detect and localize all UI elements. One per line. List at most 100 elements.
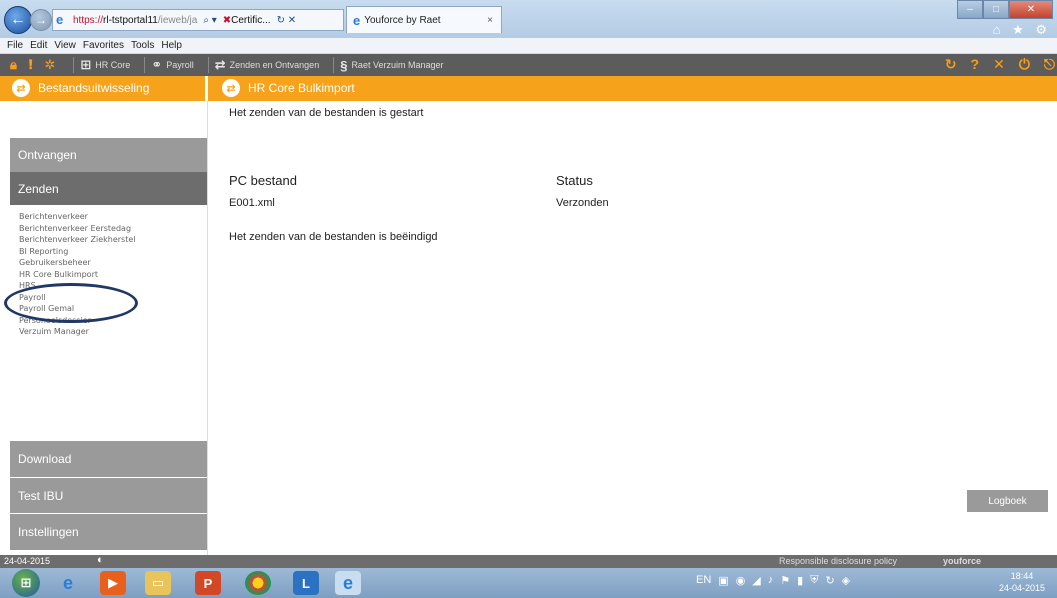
highlight-circle [4,283,138,323]
org-chart-icon: ⊞ [80,57,92,72]
sidebar-item-test-ibu[interactable]: Test IBU [10,478,207,513]
menu-tools[interactable]: Tools [131,40,154,51]
sidebar-link-verzuim-manager[interactable]: Verzuim Manager [19,327,135,339]
tab-title: Youforce by Raet [364,14,441,26]
back-arrow-icon: ← [10,11,26,28]
taskbar-media-icon[interactable]: ▶ [100,571,126,595]
ie-icon: e [56,12,64,27]
close-button[interactable]: ✕ [1009,0,1053,19]
tray-signal-icon[interactable]: ◢ [752,574,760,587]
sidebar-item-instellingen[interactable]: Instellingen [10,514,207,550]
help-icon[interactable]: ? [971,56,980,73]
table-cell-file: E001.xml [229,197,275,209]
settings-button[interactable]: ✲ [44,57,59,73]
menu-view[interactable]: View [54,40,76,51]
back-button[interactable]: ← [4,6,32,34]
taskbar-ie-active-icon[interactable]: e [335,571,361,595]
send-finished-message: Het zenden van de bestanden is beëindigd [229,231,438,243]
lock-button[interactable]: 🔒︎ [10,57,21,73]
address-host: rl-tstportal11 [103,14,158,26]
exchange-icon: ⇄ [222,79,240,97]
home-favorites-tools-icons[interactable]: ⌂ ★ ⚙ [993,22,1051,38]
toolbar-zenden-ontvangen-label: Zenden en Ontvangen [229,60,320,70]
gear-icon: ✲ [44,57,56,72]
certificate-label[interactable]: Certific... [231,15,270,26]
tray-volume-icon[interactable]: ♪ [768,574,774,587]
browser-tab[interactable]: e Youforce by Raet × [346,6,502,33]
tray-update-icon[interactable]: ◈ [842,574,850,587]
toolbar-divider [333,57,335,73]
exchange-icon: ⇄ [12,79,30,97]
taskbar-chrome-icon[interactable] [245,571,271,595]
sidebar-link-bi-reporting[interactable]: BI Reporting [19,247,135,259]
sidebar-item-zenden[interactable]: Zenden [10,172,207,205]
disclosure-link[interactable]: Responsible disclosure policy [779,556,897,566]
toolbar-verzuim-manager[interactable]: § Raet Verzuim Manager [340,58,443,73]
tray-antivirus-icon[interactable]: ◉ [736,574,746,587]
verzuim-icon: § [340,57,348,73]
logboek-button[interactable]: Logboek [967,490,1048,512]
tray-shield-icon[interactable]: ⛨ [810,574,818,587]
lock-icon: 🔒︎ [10,57,17,72]
language-indicator[interactable]: EN [696,574,711,587]
menu-help[interactable]: Help [161,40,182,51]
tab-close-icon[interactable]: × [487,15,493,26]
sidebar-link-hr-core-bulkimport[interactable]: HR Core Bulkimport [19,270,135,282]
header-divider [205,76,208,101]
refresh-icon[interactable]: ↻ [945,56,957,73]
address-bar[interactable]: e https:// rl-tstportal11 /ieweb/ja ⌕ ▾ … [52,9,344,31]
search-icon[interactable]: ⌕ ▾ [203,15,216,26]
sidebar-link-berichtenverkeer[interactable]: Berichtenverkeer [19,212,135,224]
menu-favorites[interactable]: Favorites [83,40,124,51]
toolbar-hr-core[interactable]: ⊞ HR Core [80,57,130,73]
toolbar-divider [207,57,209,73]
windows-logo-icon: ⊞ [20,575,32,590]
sidebar-link-berichtenverkeer-eerstedag[interactable]: Berichtenverkeer Eerstedag [19,224,135,236]
address-path: /ieweb/ja [157,14,198,26]
taskbar: ⊞ e ▶ ▭ P L e EN ▣ ◉ ◢ ♪ ⚑ ▮ ⛨ ↻ ◈ 18:44… [0,568,1057,598]
main-content [208,101,1057,555]
taskbar-ie-icon[interactable]: e [55,571,81,595]
forward-button[interactable]: → [30,9,52,31]
taskbar-folder-icon[interactable]: ▭ [145,571,171,595]
column-header-status: Status [556,173,593,188]
toolbar-payroll[interactable]: ⚭ Payroll [151,57,193,73]
tray-network-icon[interactable]: ▣ [718,574,728,587]
certificate-error-icon[interactable]: ✖ [223,15,231,26]
ie-tab-icon: e [353,12,361,28]
clock-date: 24-04-2015 [998,583,1045,593]
taskbar-lync-icon[interactable]: L [293,571,319,595]
logout-icon[interactable]: ⎋ [1044,56,1055,73]
taskbar-powerpoint-icon[interactable]: P [195,571,221,595]
clock[interactable]: 18:44 24-04-2015 [999,570,1045,594]
toolbar-zenden-ontvangen[interactable]: ⇄ Zenden en Ontvangen [215,57,319,73]
browser-chrome: ← → e https:// rl-tstportal11 /ieweb/ja … [0,0,1057,38]
send-started-message: Het zenden van de bestanden is gestart [229,107,424,119]
tools-icon[interactable]: ✕ [993,56,1005,73]
tray-sync-icon[interactable]: ↻ [825,574,834,587]
warning-icon: ❗︎ [28,57,33,72]
power-icon[interactable]: ⏻ [1019,56,1030,73]
warning-button[interactable]: ❗︎ [29,57,37,73]
menu-edit[interactable]: Edit [30,40,47,51]
toolbar-divider [144,57,146,73]
minimize-button[interactable]: – [957,0,983,19]
status-date: 24-04-2015 [4,556,51,566]
tray-flag-icon[interactable]: ⚑ [780,574,790,587]
tray-battery-icon[interactable]: ▮ [797,574,803,587]
menu-file[interactable]: File [7,40,23,51]
start-button[interactable]: ⊞ [12,569,40,597]
sidebar-link-berichtenverkeer-ziekherstel[interactable]: Berichtenverkeer Ziekherstel [19,235,135,247]
maximize-button[interactable]: □ [983,0,1009,19]
toolbar-verzuim-manager-label: Raet Verzuim Manager [351,60,444,70]
sidebar-item-download[interactable]: Download [10,441,207,477]
section-header: ⇄ Bestandsuitwisseling ⇄ HR Core Bulkimp… [0,76,1057,101]
refresh-stop-icons[interactable]: ↻ ✕ [277,15,297,26]
sidebar-item-ontvangen[interactable]: Ontvangen [10,138,207,172]
send-receive-icon: ⇄ [214,57,226,72]
table-cell-status: Verzonden [556,197,609,209]
system-tray: EN ▣ ◉ ◢ ♪ ⚑ ▮ ⛨ ↻ ◈ [696,574,857,587]
sidebar-link-gebruikersbeheer[interactable]: Gebruikersbeheer [19,258,135,270]
clock-time: 18:44 [1010,571,1034,581]
toolbar-right-icons: ↻ ? ✕ ⏻ ⎋ [931,56,1055,73]
